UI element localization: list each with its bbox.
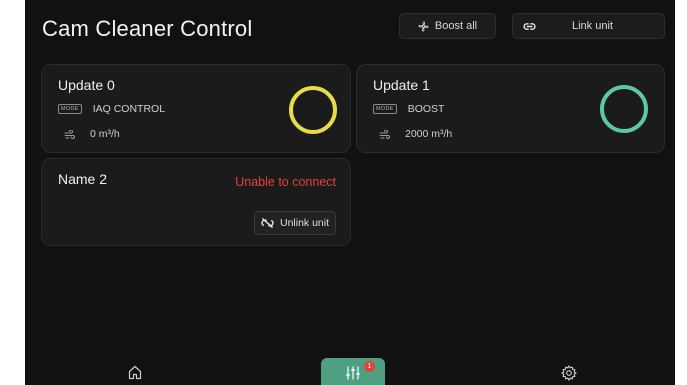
mode-badge: MODE <box>58 104 82 114</box>
settings-gear-icon[interactable] <box>561 365 577 381</box>
page-title: Cam Cleaner Control <box>42 16 253 41</box>
unit-card-name-2: Name 2 Unable to connect Unlink unit <box>41 158 351 246</box>
boost-all-button[interactable]: Boost all <box>399 13 496 39</box>
unlink-unit-button[interactable]: Unlink unit <box>254 211 336 235</box>
mode-badge: MODE <box>373 104 397 114</box>
airflow-value: 0 m³/h <box>90 128 120 140</box>
connection-error-text: Unable to connect <box>235 175 336 189</box>
link-icon <box>523 22 536 31</box>
sliders-icon <box>345 366 361 385</box>
mode-value: BOOST <box>407 103 445 115</box>
unit-name: Update 0 <box>58 77 115 93</box>
mode-value: IAQ CONTROL <box>92 103 166 115</box>
airflow-value: 2000 m³/h <box>405 128 453 140</box>
unit-name: Name 2 <box>58 171 108 187</box>
unit-card-update-1[interactable]: Update 1 MODE BOOST 2000 m³/h <box>356 64 665 153</box>
fan-icon <box>418 20 429 32</box>
home-icon[interactable] <box>128 365 142 380</box>
unlink-icon <box>261 218 274 228</box>
app-screen: Cam Cleaner Control Boost all Link unit … <box>25 0 675 385</box>
airflow-row: 0 m³/h <box>64 128 120 140</box>
mode-row: MODE IAQ CONTROL <box>58 103 165 115</box>
mode-row: MODE BOOST <box>373 103 444 115</box>
airflow-icon <box>64 129 76 139</box>
notification-badge: 1 <box>364 361 375 372</box>
bottom-nav: 1 <box>25 357 675 385</box>
airflow-icon <box>379 129 391 139</box>
boost-all-label: Boost all <box>434 20 478 32</box>
link-unit-button[interactable]: Link unit <box>512 13 665 39</box>
unit-name: Update 1 <box>373 77 430 93</box>
unit-card-update-0[interactable]: Update 0 MODE IAQ CONTROL 0 m³/h <box>41 64 351 153</box>
status-ring <box>600 85 648 133</box>
unlink-unit-label: Unlink unit <box>279 217 330 229</box>
nav-controls-tab[interactable]: 1 <box>321 358 385 385</box>
link-unit-label: Link unit <box>572 20 613 32</box>
status-ring <box>289 86 337 134</box>
airflow-row: 2000 m³/h <box>379 128 452 140</box>
